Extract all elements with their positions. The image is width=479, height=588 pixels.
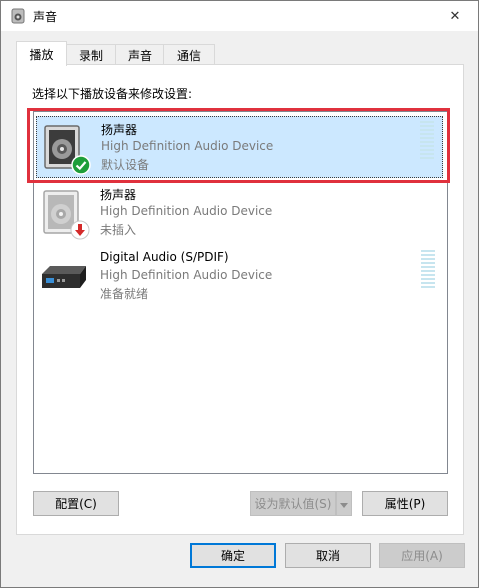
tab-recording[interactable]: 录制: [65, 44, 117, 65]
tab-playback[interactable]: 播放: [16, 41, 67, 66]
set-default-dropdown[interactable]: [336, 491, 352, 516]
device-status: 默认设备: [101, 158, 150, 172]
cancel-button[interactable]: 取消: [285, 543, 371, 568]
device-description: High Definition Audio Device: [100, 204, 273, 218]
apply-button[interactable]: 应用(A): [379, 543, 465, 568]
device-name: 扬声器: [100, 188, 137, 202]
device-name: 扬声器: [101, 123, 138, 137]
device-list[interactable]: 扬声器 High Definition Audio Device 默认设备 扬声…: [33, 111, 448, 474]
device-item-speakers-default[interactable]: 扬声器 High Definition Audio Device 默认设备: [36, 116, 443, 178]
chevron-down-icon: [340, 497, 348, 511]
ok-button[interactable]: 确定: [190, 543, 276, 568]
unplugged-arrow-icon: [70, 220, 90, 243]
set-default-button[interactable]: 设为默认值(S): [250, 491, 336, 516]
configure-button[interactable]: 配置(C): [33, 491, 119, 516]
device-status: 准备就绪: [100, 287, 149, 301]
instruction-text: 选择以下播放设备来修改设置:: [32, 87, 193, 101]
device-status: 未插入: [100, 223, 137, 237]
close-icon: ✕: [449, 8, 461, 24]
close-button[interactable]: ✕: [432, 1, 478, 31]
volume-meter: [420, 121, 434, 161]
default-check-icon: [71, 155, 91, 178]
playback-panel: 选择以下播放设备来修改设置: 扬声器 High Definition Audio…: [16, 64, 464, 535]
digital-output-icon: [40, 252, 88, 304]
device-description: High Definition Audio Device: [100, 268, 273, 282]
window-title: 声音: [33, 10, 58, 24]
speaker-title-icon: [11, 8, 25, 24]
title-bar: 声音 ✕: [1, 1, 478, 31]
device-name: Digital Audio (S/PDIF): [100, 250, 229, 264]
device-item-speakers-unplugged[interactable]: 扬声器 High Definition Audio Device 未插入: [36, 182, 443, 244]
device-item-digital-audio[interactable]: Digital Audio (S/PDIF) High Definition A…: [36, 246, 443, 308]
properties-button[interactable]: 属性(P): [362, 491, 448, 516]
volume-meter: [421, 250, 435, 290]
sound-dialog: 声音 ✕ 播放 录制 声音 通信 选择以下播放设备来修改设置: 扬声器 High…: [0, 0, 479, 588]
device-description: High Definition Audio Device: [101, 139, 274, 153]
tab-communications[interactable]: 通信: [163, 44, 215, 65]
tab-sounds[interactable]: 声音: [115, 44, 165, 65]
